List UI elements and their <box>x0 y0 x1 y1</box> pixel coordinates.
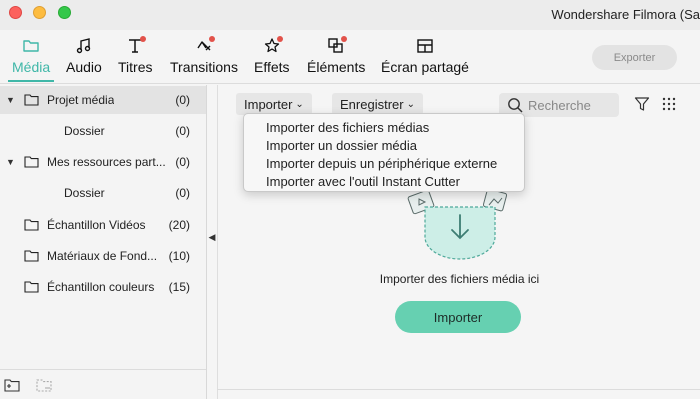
sidebar-item-label: Matériaux de Fond... <box>47 249 158 263</box>
search-input[interactable] <box>528 96 614 114</box>
sidebar-item-count: (0) <box>175 124 190 138</box>
text-t-icon <box>125 36 147 56</box>
tab-effects[interactable]: Effets <box>254 36 290 75</box>
sidebar-item-label: Échantillon couleurs <box>47 280 155 294</box>
media-sidebar: ▼ Projet média (0) Dossier (0) ▼ Mes res… <box>0 85 207 399</box>
drop-zone-text: Importer des fichiers média ici <box>379 272 540 286</box>
tab-media[interactable]: Média <box>8 36 55 82</box>
record-dropdown[interactable]: Enregistrer ⌄ <box>332 93 423 115</box>
panel-bottom-divider <box>217 389 700 390</box>
sidebar-item-folder[interactable]: Dossier (0) <box>0 179 206 207</box>
sidebar-item-label: Mes ressources part... <box>47 155 166 169</box>
sidebar-item-folder[interactable]: Dossier (0) <box>0 117 206 145</box>
chevron-down-icon: ⌄ <box>406 98 415 110</box>
notification-dot <box>276 36 283 42</box>
sidebar-item-label: Échantillon Vidéos <box>47 218 146 232</box>
sidebar-item-count: (20) <box>168 218 190 232</box>
title-bar: Wondershare Filmora (Sa <box>0 0 700 30</box>
window-maximize-button[interactable] <box>58 6 71 19</box>
sidebar-item-label: Dossier <box>64 124 105 138</box>
notification-dot <box>341 36 348 42</box>
sidebar-item-project-media[interactable]: ▼ Projet média (0) <box>0 86 206 114</box>
folder-icon <box>24 219 39 231</box>
sidebar-item-count: (15) <box>168 280 190 294</box>
tab-label: Audio <box>66 59 102 75</box>
menu-item-import-media-folder[interactable]: Importer un dossier média <box>244 137 524 155</box>
grid-view-icon[interactable] <box>662 97 676 111</box>
transition-icon <box>194 36 215 56</box>
tab-titles[interactable]: Titres <box>118 36 152 75</box>
sidebar-item-sample-colors[interactable]: Échantillon couleurs (15) <box>0 273 206 301</box>
tab-audio[interactable]: Audio <box>66 36 102 75</box>
folder-icon <box>24 156 39 168</box>
remove-folder-icon[interactable] <box>36 377 54 393</box>
notification-dot <box>140 36 147 42</box>
tab-label: Éléments <box>307 59 366 75</box>
effects-star-icon <box>262 36 283 56</box>
window-close-button[interactable] <box>9 6 22 19</box>
window-minimize-button[interactable] <box>33 6 46 19</box>
export-button[interactable]: Exporter <box>592 45 677 70</box>
notification-dot <box>208 36 215 42</box>
sidebar-footer <box>0 369 206 399</box>
tab-label: Transitions <box>170 59 238 75</box>
window-title: Wondershare Filmora (Sa <box>551 7 700 22</box>
tab-label: Titres <box>118 59 153 75</box>
sidebar-item-count: (0) <box>175 155 190 169</box>
tab-split-screen[interactable]: Écran partagé <box>381 36 469 75</box>
tab-transitions[interactable]: Transitions <box>170 36 238 75</box>
menu-item-import-instant-cutter[interactable]: Importer avec l'outil Instant Cutter <box>244 173 524 191</box>
chevron-down-icon: ⌄ <box>295 98 304 110</box>
import-dropdown[interactable]: Importer ⌄ <box>236 93 312 115</box>
search-icon <box>508 98 523 113</box>
sidebar-item-count: (10) <box>168 249 190 263</box>
menu-item-import-media-files[interactable]: Importer des fichiers médias <box>244 119 524 137</box>
main-toolbar: Média Audio Titres Transitions Effets Él… <box>0 30 700 84</box>
collapse-sidebar-arrow-icon[interactable]: ◀ <box>207 230 217 244</box>
music-note-icon <box>74 36 94 56</box>
record-dropdown-label: Enregistrer <box>340 96 404 112</box>
folder-icon <box>24 94 39 106</box>
folder-icon <box>24 281 39 293</box>
tab-label: Effets <box>254 59 290 75</box>
import-button[interactable]: Importer <box>395 301 521 333</box>
expand-triangle-icon[interactable]: ▼ <box>6 95 15 105</box>
sidebar-item-sample-videos[interactable]: Échantillon Vidéos (20) <box>0 211 206 239</box>
tab-elements[interactable]: Éléments <box>307 36 365 75</box>
sidebar-item-count: (0) <box>175 186 190 200</box>
folder-icon <box>21 36 41 56</box>
elements-icon <box>326 36 348 56</box>
sidebar-item-background-materials[interactable]: Matériaux de Fond... (10) <box>0 242 206 270</box>
tab-label: Média <box>12 59 51 75</box>
active-tab-underline <box>8 80 55 82</box>
split-screen-icon <box>415 36 435 56</box>
folder-icon <box>24 250 39 262</box>
sidebar-item-count: (0) <box>175 93 190 107</box>
sidebar-item-label: Projet média <box>47 93 115 107</box>
import-dropdown-label: Importer <box>244 96 293 112</box>
menu-item-import-external-device[interactable]: Importer depuis un périphérique externe <box>244 155 524 173</box>
import-media-illustration <box>407 188 508 260</box>
sidebar-item-shared-resources[interactable]: ▼ Mes ressources part... (0) <box>0 148 206 176</box>
filter-icon[interactable] <box>634 96 650 112</box>
new-folder-icon[interactable] <box>4 377 22 393</box>
tab-label: Écran partagé <box>381 59 469 75</box>
import-dropdown-menu: Importer des fichiers médias Importer un… <box>243 113 525 192</box>
sidebar-item-label: Dossier <box>64 186 105 200</box>
expand-triangle-icon[interactable]: ▼ <box>6 157 15 167</box>
